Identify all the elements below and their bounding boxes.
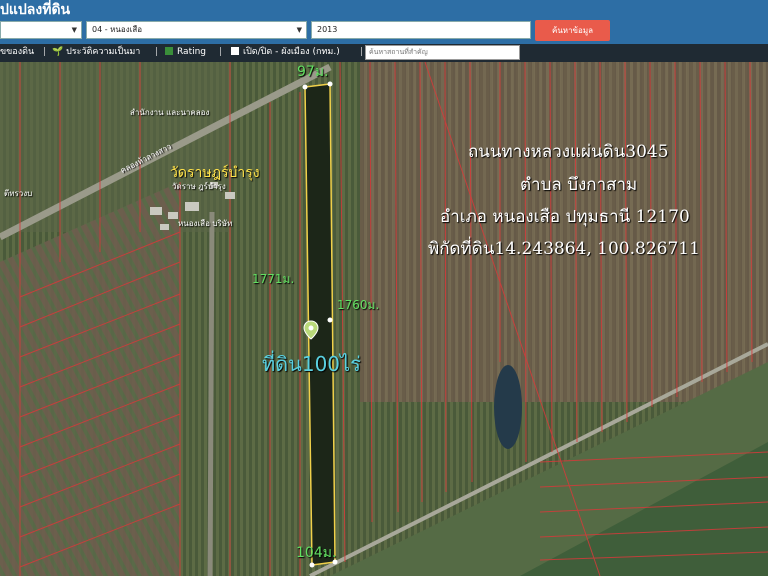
toolbar-divider: |: [155, 47, 159, 57]
toolbar-item-soil[interactable]: ขของดิน: [0, 46, 34, 59]
coordinates-label: พิกัดที่ดิน14.243864, 100.826711: [428, 239, 700, 259]
district-select[interactable]: 04 - หนองเสือ ▼: [86, 21, 307, 39]
local-road: [207, 211, 215, 576]
chevron-down-icon: ▼: [296, 26, 302, 34]
district-select-value: 04 - หนองเสือ: [92, 25, 143, 34]
toolbar-item-rating-label: Rating: [177, 47, 207, 57]
place-label: วัดราษ ฎร์บำรุง: [172, 182, 226, 191]
year-input[interactable]: 2013: [311, 21, 531, 39]
toolbar-item-history-label: ประวัติความเป็นมา: [66, 47, 141, 57]
subdistrict-label: ตำบล บึงกาสาม: [520, 175, 638, 195]
place-label: หนองเสือ บริษัท: [178, 219, 233, 228]
area-label: ที่ดิน100ไร่: [262, 352, 361, 376]
place-label: สำนักงาน และนาคลอง: [130, 108, 210, 117]
place-search-input[interactable]: ค้นหาสถานที่สำคัญ: [365, 45, 520, 60]
chevron-down-icon: ▼: [71, 26, 77, 34]
toolbar-item-history[interactable]: 🌱 ประวัติความเป็นมา: [52, 46, 140, 59]
toolbar-divider: |: [219, 47, 223, 57]
vertex-point: [302, 84, 308, 90]
year-input-value: 2013: [317, 25, 338, 34]
dimension-left: 1771ม.: [252, 272, 295, 286]
toolbar-divider: |: [43, 47, 47, 57]
district-label: อำเภอ หนองเสือ ปทุมธานี 12170: [440, 207, 690, 227]
pond: [494, 365, 522, 449]
toolbar-divider: |: [360, 47, 364, 57]
toolbar-item-cityplan-label: เปิด/ปิด - ผังเมือง (กทม.): [243, 47, 340, 57]
page-title: ูปแปลงที่ดิน: [0, 2, 71, 18]
top-bar: ูปแปลงที่ดิน ▼ 04 - หนองเสือ ▼ 2013 ค้นห…: [0, 0, 768, 44]
toolbar-item-cityplan[interactable]: เปิด/ปิด - ผังเมือง (กทม.): [231, 46, 340, 59]
road-label: ถนนทางหลวงแผ่นดิน3045: [468, 142, 669, 162]
toolbar-item-rating[interactable]: Rating: [165, 46, 206, 59]
cityplan-checkbox-icon[interactable]: [231, 47, 239, 55]
search-button[interactable]: ค้นหาข้อมูล: [535, 20, 610, 41]
map-pin-icon[interactable]: [303, 320, 319, 340]
province-select[interactable]: ▼: [0, 21, 82, 39]
dimension-top: 97ม.: [297, 64, 329, 80]
rating-checkbox-icon[interactable]: [165, 47, 173, 55]
vertex-point: [327, 317, 333, 323]
satellite-map[interactable]: ถนนทางหลวงแผ่นดิน3045 ตำบล บึงกาสาม อำเภ…: [0, 62, 768, 576]
dimension-right: 1760ม.: [337, 298, 380, 312]
dimension-bottom: 104ม.: [296, 545, 337, 561]
place-label: ตีทรวงบ: [4, 189, 33, 198]
sprout-icon: 🌱: [52, 47, 64, 57]
